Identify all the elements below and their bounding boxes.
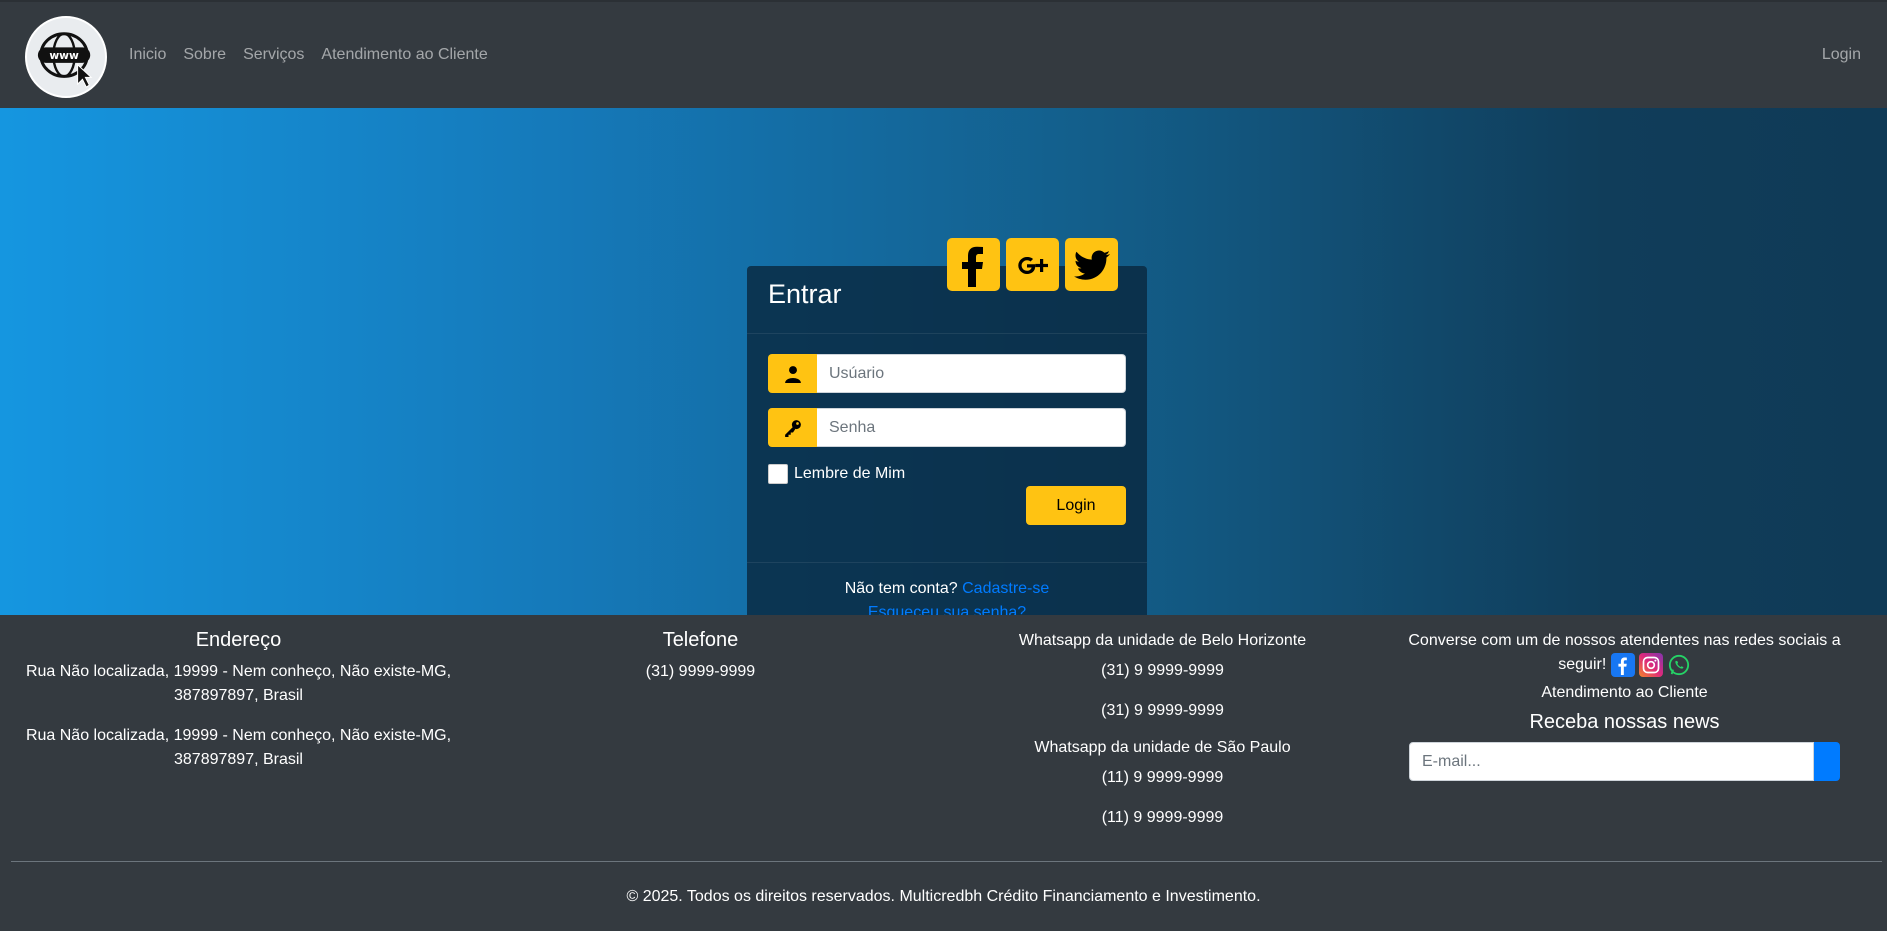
remember-me: Lembre de Mim (768, 464, 905, 484)
newsletter-email-input[interactable] (1409, 742, 1814, 782)
footer-whatsapp: Whatsapp da unidade de Belo Horizonte (3… (939, 631, 1386, 828)
password-input[interactable] (817, 408, 1126, 447)
facebook-icon[interactable] (947, 238, 1000, 291)
footer: Endereço Rua Não localizada, 19999 - Nem… (0, 615, 1887, 931)
support-link[interactable]: Atendimento ao Cliente (1401, 681, 1848, 705)
address-title: Endereço (195, 629, 282, 651)
www-logo-icon[interactable]: www (25, 16, 107, 98)
whatsapp-number: (31) 9 9999-9999 (1101, 702, 1224, 719)
footer-phone: Telefone (31) 9999-9999 (477, 629, 924, 684)
signup-link[interactable]: Cadastre-se (962, 580, 1049, 597)
navbar: www Inicio Sobre Serviços Atendimento ao… (0, 0, 1887, 108)
twitter-icon[interactable] (1065, 238, 1118, 291)
newsletter-form (1409, 742, 1840, 782)
username-group (768, 354, 1126, 393)
username-input[interactable] (817, 354, 1126, 393)
contact-social-icons (1610, 653, 1691, 677)
whatsapp-number: (31) 9 9999-9999 (1101, 662, 1224, 679)
remember-label: Lembre de Mim (794, 465, 906, 482)
newsletter-submit-button[interactable] (1814, 742, 1840, 782)
whatsapp-sp-title: Whatsapp da unidade de São Paulo (1034, 739, 1291, 756)
whatsapp-number: (11) 9 9999-9999 (1101, 809, 1224, 826)
footer-divider (11, 861, 1882, 862)
whatsapp-icon[interactable] (1667, 653, 1691, 677)
nav-link-atendimento[interactable]: Atendimento ao Cliente (321, 46, 487, 64)
svg-text:www: www (49, 49, 79, 62)
password-group (768, 408, 1126, 447)
key-icon (768, 408, 817, 447)
google-plus-icon[interactable] (1006, 238, 1059, 291)
nav-links: Inicio Sobre Serviços Atendimento ao Cli… (129, 46, 488, 64)
footer-address: Endereço Rua Não localizada, 19999 - Nem… (15, 629, 462, 772)
login-card: Entrar Lembre de Mim Login Não tem conta… (747, 266, 1147, 636)
social-login-icons (947, 238, 1118, 291)
nav-link-servicos[interactable]: Serviços (243, 46, 304, 64)
phone-number: (31) 9999-9999 (645, 663, 756, 680)
phone-title: Telefone (662, 629, 739, 651)
no-account-text: Não tem conta? (844, 580, 958, 597)
copyright: © 2025. Todos os direitos reservados. Mu… (626, 888, 1261, 905)
whatsapp-bh-title: Whatsapp da unidade de Belo Horizonte (1018, 632, 1307, 649)
nav-login-link[interactable]: Login (1822, 46, 1861, 64)
whatsapp-number: (11) 9 9999-9999 (1101, 769, 1224, 786)
hero-section: Entrar Lembre de Mim Login Não tem conta… (0, 108, 1887, 636)
footer-contact: Converse com um de nossos atendentes nas… (1401, 629, 1848, 782)
address-line: Rua Não localizada, 19999 - Nem conheço,… (25, 727, 452, 768)
remember-checkbox[interactable] (768, 464, 788, 484)
facebook-icon[interactable] (1610, 653, 1635, 677)
login-button[interactable]: Login (1026, 486, 1126, 525)
user-icon (768, 354, 817, 393)
nav-link-sobre[interactable]: Sobre (183, 46, 226, 64)
nav-link-inicio[interactable]: Inicio (129, 46, 166, 64)
instagram-icon[interactable] (1638, 653, 1663, 677)
address-line: Rua Não localizada, 19999 - Nem conheço,… (25, 663, 452, 704)
news-title: Receba nossas news (1529, 711, 1720, 734)
